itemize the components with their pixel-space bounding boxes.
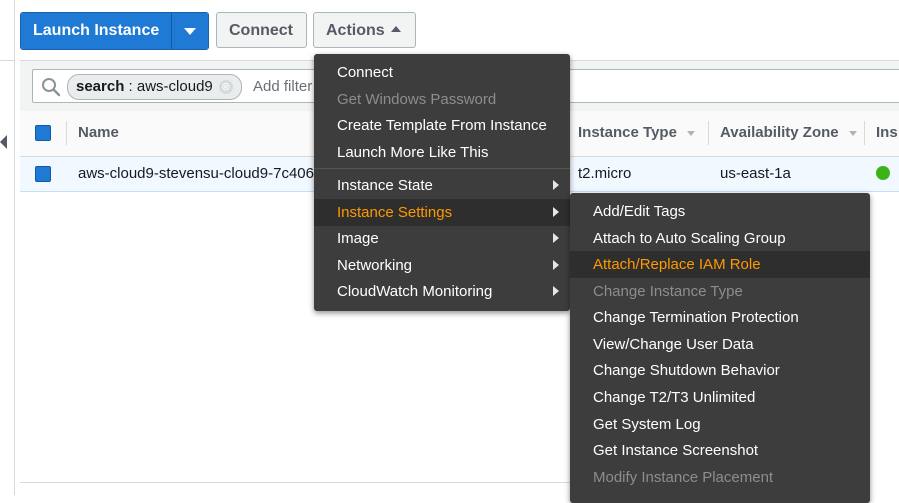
row-availability-zone: us-east-1a bbox=[720, 165, 791, 182]
menu-item-label: CloudWatch Monitoring bbox=[337, 283, 493, 300]
search-filter-token[interactable]: search : aws-cloud9 ⊗ bbox=[67, 74, 242, 100]
menu-item-change-termination-protection[interactable]: Change Termination Protection bbox=[570, 304, 870, 331]
menu-item-change-instance-type: Change Instance Type bbox=[593, 283, 743, 300]
caret-up-icon bbox=[390, 25, 401, 32]
connect-button[interactable]: Connect bbox=[216, 12, 307, 48]
menu-item-attach-replace-iam-role[interactable]: Attach/Replace IAM Role bbox=[570, 251, 870, 278]
menu-item-create-template[interactable]: Create Template From Instance bbox=[314, 112, 570, 139]
menu-item-change-shutdown-behavior[interactable]: Change Shutdown Behavior bbox=[570, 357, 870, 384]
sort-caret-icon bbox=[848, 130, 857, 136]
menu-item-cloudwatch-monitoring[interactable]: CloudWatch Monitoring bbox=[314, 278, 570, 305]
menu-item-view-change-user-data[interactable]: View/Change User Data bbox=[570, 331, 870, 358]
menu-item-add-edit-tags[interactable]: Add/Edit Tags bbox=[570, 198, 870, 225]
menu-item-instance-settings[interactable]: Instance Settings bbox=[314, 199, 570, 226]
submenu-arrow-icon bbox=[553, 286, 559, 296]
column-label: Availability Zone bbox=[720, 124, 839, 141]
caret-down-icon bbox=[184, 27, 197, 35]
column-divider bbox=[66, 121, 67, 145]
row-name: aws-cloud9-stevensu-cloud9-7c406 bbox=[78, 165, 314, 182]
column-divider bbox=[708, 121, 709, 145]
menu-item-label: Networking bbox=[337, 257, 413, 274]
token-value: : aws-cloud9 bbox=[124, 78, 213, 95]
menu-item-label: Instance State bbox=[337, 177, 433, 194]
submenu-arrow-icon bbox=[553, 260, 559, 270]
token-key: search bbox=[76, 78, 125, 95]
column-divider bbox=[864, 121, 865, 145]
search-icon bbox=[42, 78, 61, 97]
instance-running-status-icon bbox=[876, 166, 890, 180]
actions-button-label: Actions bbox=[326, 22, 385, 39]
column-header-instance-state[interactable]: Ins bbox=[876, 124, 898, 141]
menu-item-get-instance-screenshot[interactable]: Get Instance Screenshot bbox=[570, 437, 870, 464]
menu-item-networking[interactable]: Networking bbox=[314, 252, 570, 279]
launch-instance-button[interactable]: Launch Instance bbox=[21, 13, 172, 49]
menu-item-label: Instance Settings bbox=[337, 204, 453, 221]
actions-button[interactable]: Actions bbox=[313, 12, 416, 48]
search-placeholder: Add filter bbox=[253, 78, 313, 95]
table-bottom-border bbox=[20, 482, 580, 483]
rail-divider bbox=[0, 60, 14, 61]
column-label: Instance Type bbox=[578, 124, 677, 141]
remove-filter-icon[interactable]: ⊗ bbox=[218, 80, 233, 95]
select-all-checkbox[interactable] bbox=[35, 125, 51, 141]
row-instance-type: t2.micro bbox=[578, 165, 632, 182]
menu-separator bbox=[314, 168, 570, 169]
menu-item-label: Image bbox=[337, 230, 379, 247]
launch-instance-button-group: Launch Instance bbox=[20, 12, 210, 50]
row-checkbox[interactable] bbox=[35, 166, 51, 182]
collapse-nav-arrow-icon[interactable] bbox=[0, 135, 7, 149]
menu-item-get-system-log[interactable]: Get System Log bbox=[570, 411, 870, 438]
sort-caret-icon bbox=[686, 130, 695, 136]
menu-item-connect[interactable]: Connect bbox=[314, 59, 570, 86]
menu-item-change-t2-t3-unlimited[interactable]: Change T2/T3 Unlimited bbox=[570, 384, 870, 411]
menu-item-get-windows-password: Get Windows Password bbox=[337, 91, 497, 108]
column-header-availability-zone[interactable]: Availability Zone bbox=[720, 124, 857, 141]
column-header-instance-type[interactable]: Instance Type bbox=[578, 124, 695, 141]
menu-item-image[interactable]: Image bbox=[314, 225, 570, 252]
menu-item-attach-auto-scaling-group[interactable]: Attach to Auto Scaling Group bbox=[570, 225, 870, 252]
left-navigation-rail bbox=[0, 0, 15, 495]
launch-instance-dropdown-toggle[interactable] bbox=[171, 13, 209, 49]
instance-settings-submenu: Add/Edit Tags Attach to Auto Scaling Gro… bbox=[570, 193, 870, 503]
column-header-name[interactable]: Name bbox=[78, 124, 119, 141]
submenu-arrow-icon bbox=[553, 233, 559, 243]
menu-item-modify-instance-placement: Modify Instance Placement bbox=[593, 469, 774, 486]
menu-item-launch-more-like-this[interactable]: Launch More Like This bbox=[314, 139, 570, 166]
actions-menu: Connect Get Windows Password Create Temp… bbox=[314, 54, 570, 311]
submenu-arrow-icon bbox=[553, 180, 559, 190]
submenu-arrow-icon bbox=[553, 207, 559, 217]
menu-item-instance-state[interactable]: Instance State bbox=[314, 172, 570, 199]
